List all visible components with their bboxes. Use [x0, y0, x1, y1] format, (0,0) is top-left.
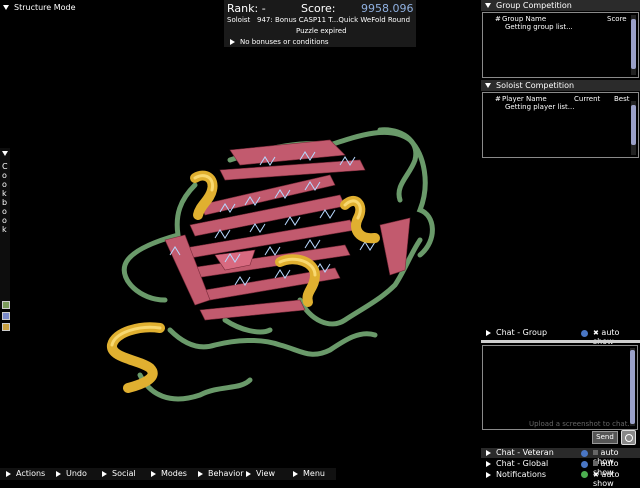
checkbox-icon — [593, 461, 598, 466]
player-loading-text: Getting player list... — [505, 103, 575, 111]
cookbook-note-icon[interactable] — [2, 323, 10, 331]
info-icon[interactable] — [581, 330, 588, 337]
player-list[interactable]: # Player Name Current Best Getting playe… — [482, 92, 639, 158]
menu-label: View — [256, 469, 275, 478]
menu-actions[interactable]: Actions — [6, 469, 45, 478]
soloist-competition-header[interactable]: Soloist Competition — [481, 80, 640, 91]
close-icon: ✖ — [593, 329, 599, 337]
player-scrollbar[interactable] — [631, 101, 636, 155]
auto-show-toggle[interactable]: ✖ auto show — [593, 328, 640, 346]
chevron-right-icon — [486, 329, 491, 336]
checkbox-icon — [593, 450, 598, 455]
menu-modes[interactable]: Modes — [151, 469, 187, 478]
chat-divider[interactable] — [481, 340, 640, 343]
chevron-right-icon — [151, 470, 156, 477]
cookbook-folder-icon[interactable] — [2, 312, 10, 320]
menu-social[interactable]: Social — [102, 469, 136, 478]
chat-veteran-label: Chat - Veteran — [496, 448, 554, 457]
chat-placeholder: Upload a screenshot to chat... — [529, 420, 635, 428]
group-scrollbar[interactable] — [631, 15, 636, 75]
send-button[interactable]: Send — [592, 431, 618, 444]
menu-undo[interactable]: Undo — [56, 469, 87, 478]
soloist-competition-title: Soloist Competition — [496, 81, 575, 90]
player-col-name: Player Name — [502, 95, 547, 103]
group-competition-panel: Group Competition # Group Name Score Get… — [481, 0, 640, 80]
screenshot-button[interactable] — [621, 430, 636, 445]
group-col-name: Group Name — [502, 15, 547, 23]
chat-log[interactable]: Upload a screenshot to chat... — [482, 345, 638, 430]
menu-label: Actions — [16, 469, 46, 478]
chevron-right-icon — [486, 471, 491, 478]
chevron-right-icon — [246, 470, 251, 477]
cookbook-tab[interactable]: Cookbook — [0, 148, 10, 308]
protein-sheets — [164, 139, 411, 321]
menu-label: Menu — [303, 469, 325, 478]
group-loading-text: Getting group list... — [505, 23, 573, 31]
chat-global-tab[interactable]: Chat - Global auto show — [481, 459, 640, 477]
chat-group-header[interactable]: Chat - Group ✖ auto show — [481, 328, 640, 346]
soloist-competition-panel: Soloist Competition # Player Name Curren… — [481, 80, 640, 160]
chevron-right-icon — [56, 470, 61, 477]
cookbook-recipe-icon[interactable] — [2, 301, 10, 309]
close-icon: ✖ — [593, 471, 599, 479]
group-list[interactable]: # Group Name Score Getting group list... — [482, 12, 639, 78]
chat-scroll-thumb[interactable] — [630, 350, 635, 424]
chevron-down-icon — [485, 83, 491, 88]
chevron-right-icon — [486, 460, 491, 467]
cookbook-label: Cookbook — [2, 162, 8, 234]
group-competition-header[interactable]: Group Competition — [481, 0, 640, 11]
menu-label: Behavior — [208, 469, 244, 478]
player-scroll-thumb[interactable] — [631, 105, 636, 145]
player-col-rank: # — [495, 95, 501, 103]
chevron-right-icon — [198, 470, 203, 477]
camera-icon — [625, 434, 633, 442]
player-col-best: Best — [614, 95, 630, 103]
chat-group-label: Chat - Group — [496, 328, 548, 337]
chevron-down-icon — [485, 3, 491, 8]
chevron-right-icon — [486, 449, 491, 456]
chat-input[interactable] — [482, 430, 590, 443]
menu-behavior[interactable]: Behavior — [198, 469, 244, 478]
menu-label: Social — [112, 469, 136, 478]
menu-view[interactable]: View — [246, 469, 275, 478]
group-scroll-thumb[interactable] — [631, 19, 636, 69]
group-col-rank: # — [495, 15, 501, 23]
chat-veteran-tab[interactable]: Chat - Veteran auto show — [481, 448, 640, 466]
group-col-score: Score — [607, 15, 627, 23]
chat-global-label: Chat - Global — [496, 459, 549, 468]
chevron-down-icon — [2, 151, 8, 156]
chat-scrollbar[interactable] — [630, 348, 635, 426]
info-icon[interactable] — [581, 461, 588, 468]
group-competition-title: Group Competition — [496, 1, 572, 10]
notifications-auto-show[interactable]: ✖ auto show — [593, 470, 640, 488]
online-status-icon[interactable] — [581, 471, 588, 478]
chevron-right-icon — [102, 470, 107, 477]
notifications-tab[interactable]: Notifications ✖ auto show — [481, 470, 640, 488]
chevron-right-icon — [6, 470, 11, 477]
menu-label: Undo — [66, 469, 87, 478]
info-icon[interactable] — [581, 450, 588, 457]
chevron-right-icon — [293, 470, 298, 477]
notifications-label: Notifications — [496, 470, 547, 479]
menu-menu[interactable]: Menu — [293, 469, 325, 478]
player-col-current: Current — [574, 95, 601, 103]
menu-label: Modes — [161, 469, 187, 478]
